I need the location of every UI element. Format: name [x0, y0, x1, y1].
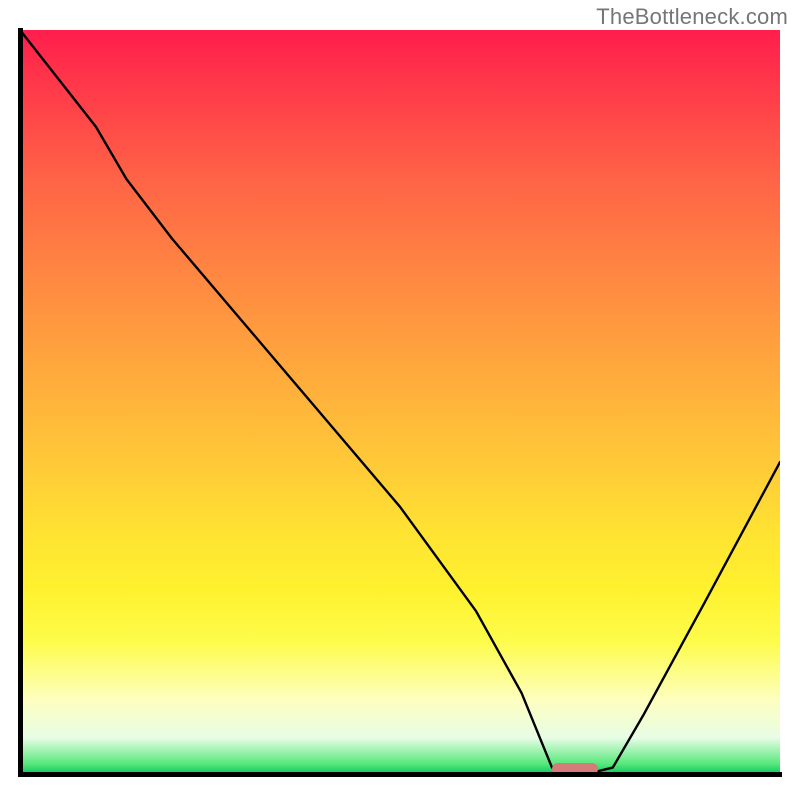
gradient-plot-area — [20, 30, 780, 775]
chart-frame: TheBottleneck.com — [0, 0, 800, 800]
watermark-text: TheBottleneck.com — [596, 4, 788, 30]
optimal-marker — [552, 763, 598, 775]
